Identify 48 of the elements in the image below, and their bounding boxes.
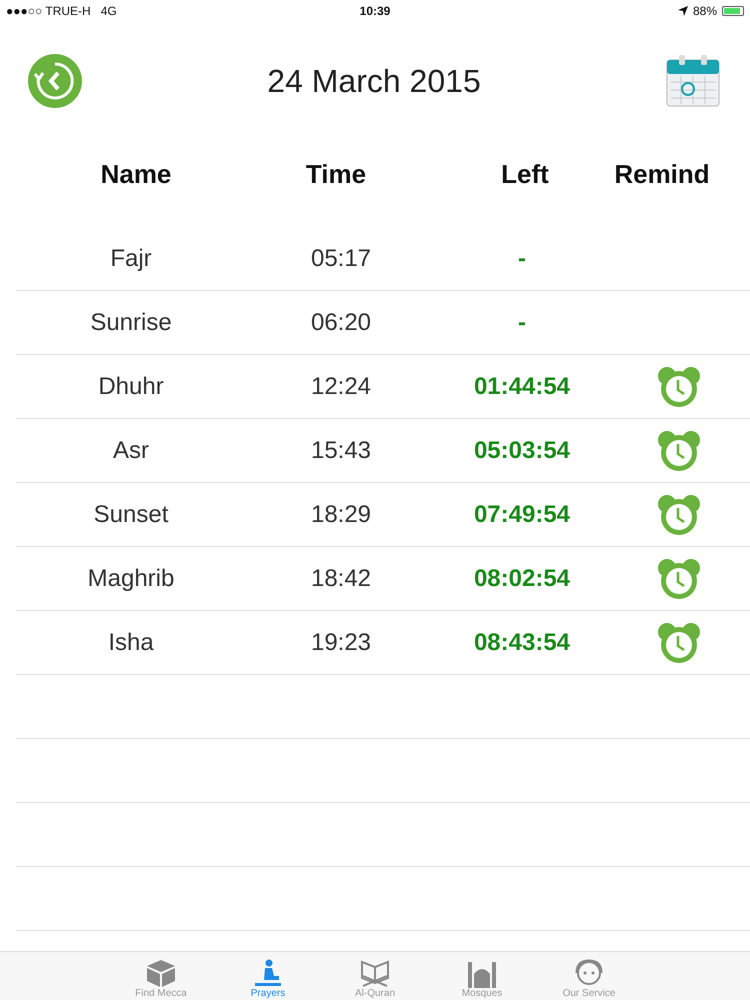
tab-bar-item[interactable]: Al-Quran	[322, 952, 428, 1000]
alarm-clock-icon[interactable]	[657, 622, 701, 664]
prayer-time: 19:23	[310, 628, 372, 656]
battery-icon	[722, 6, 744, 16]
cube-icon	[145, 958, 177, 988]
alarm-clock-icon[interactable]	[657, 366, 701, 408]
prayer-time: 18:29	[310, 500, 372, 528]
prayer-name: Sunset	[92, 500, 170, 528]
tab-bar-item[interactable]: Mosques	[428, 952, 536, 1000]
prayer-time: 06:20	[310, 308, 372, 336]
column-header: Remind	[613, 159, 711, 190]
alarm-clock-icon[interactable]	[657, 558, 701, 600]
column-header: Time	[304, 159, 368, 190]
date-title: 24 March 2015	[267, 62, 481, 100]
prayer-name: Dhuhr	[97, 372, 165, 400]
tab-bar-item[interactable]: Find Mecca	[108, 952, 214, 1000]
time-left: 08:02:54	[472, 564, 572, 592]
praying-figure-icon	[252, 958, 284, 988]
prayer-name: Sunrise	[89, 308, 173, 336]
tab-bar-item[interactable]: Our Service	[536, 952, 642, 1000]
time-left: 05:03:54	[472, 436, 572, 464]
time-left: 08:43:54	[472, 628, 572, 656]
battery-percent: 88%	[692, 4, 717, 18]
time-left: -	[517, 244, 527, 272]
prayer-name: Maghrib	[86, 564, 176, 592]
network-label: 4G	[100, 4, 117, 18]
time-left: 01:44:54	[472, 372, 572, 400]
history-clock-icon[interactable]	[28, 54, 82, 108]
prayer-time: 12:24	[310, 372, 372, 400]
headset-person-icon	[573, 958, 605, 988]
prayer-name: Fajr	[109, 244, 153, 272]
prayer-time: 15:43	[310, 436, 372, 464]
clock-label: 10:39	[358, 4, 392, 18]
alarm-clock-icon[interactable]	[657, 494, 701, 536]
column-header: Left	[500, 159, 550, 190]
time-left: 07:49:54	[472, 500, 572, 528]
location-arrow-icon	[678, 6, 688, 16]
time-left: -	[517, 308, 527, 336]
open-book-icon	[359, 958, 391, 988]
prayer-name: Isha	[107, 628, 155, 656]
tab-bar-item[interactable]: Prayers	[214, 952, 322, 1000]
carrier-label: ●●●○○ TRUE-H	[6, 4, 91, 18]
column-header: Name	[100, 159, 172, 190]
prayer-name: Asr	[112, 436, 150, 464]
prayer-time: 18:42	[310, 564, 372, 592]
alarm-clock-icon[interactable]	[657, 430, 701, 472]
calendar-icon[interactable]	[666, 54, 720, 108]
prayer-time: 05:17	[310, 244, 372, 272]
